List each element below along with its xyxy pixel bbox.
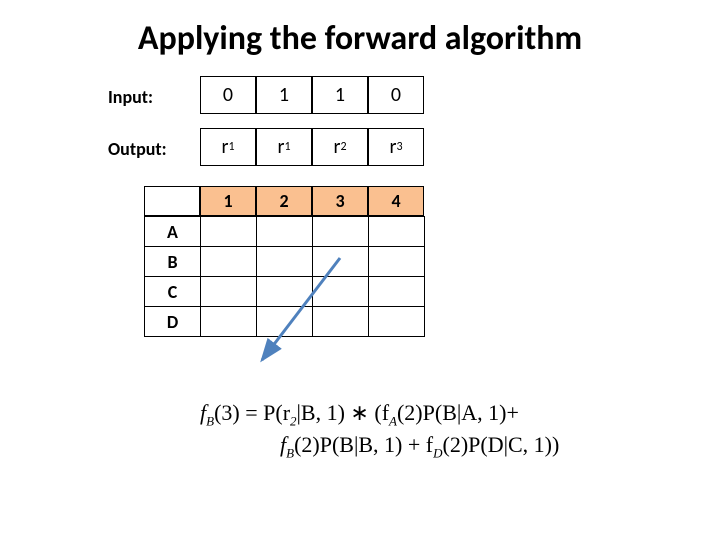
- output-cell: r3: [368, 128, 424, 166]
- corner-cell: [144, 186, 200, 216]
- table-cell: [201, 307, 257, 337]
- formula-line-1: fB(3) = P(r2|B, 1) ∗ (fA(2)P(B|A, 1)+: [200, 400, 519, 426]
- table-cell: [257, 307, 313, 337]
- table-cell: [369, 307, 425, 337]
- output-cell: r1: [256, 128, 312, 166]
- table-cell: [257, 247, 313, 277]
- row-header: A: [145, 217, 201, 247]
- row-header: C: [145, 277, 201, 307]
- table-cell: [369, 277, 425, 307]
- table-cell: [369, 217, 425, 247]
- table-cell: [201, 277, 257, 307]
- output-cell: r1: [200, 128, 256, 166]
- output-cell: r2: [312, 128, 368, 166]
- col-header: 4: [368, 186, 424, 216]
- table-cell: [257, 217, 313, 247]
- input-cell: 1: [256, 76, 312, 114]
- row-header: D: [145, 307, 201, 337]
- input-label: Input:: [108, 86, 153, 108]
- output-label: Output:: [108, 138, 167, 160]
- row-header: B: [145, 247, 201, 277]
- table-cell: [201, 247, 257, 277]
- table-cell: [369, 247, 425, 277]
- forward-table: ABCD: [144, 216, 425, 337]
- input-cell: 1: [312, 76, 368, 114]
- col-header: 2: [256, 186, 312, 216]
- table-cell: [313, 217, 369, 247]
- table-cell: [201, 217, 257, 247]
- table-cell: [313, 307, 369, 337]
- slide-title: Applying the forward algorithm: [0, 18, 720, 59]
- input-cell: 0: [368, 76, 424, 114]
- input-cell: 0: [200, 76, 256, 114]
- table-cell: [257, 277, 313, 307]
- table-cell: [313, 247, 369, 277]
- col-header: 3: [312, 186, 368, 216]
- table-cell: [313, 277, 369, 307]
- col-header: 1: [200, 186, 256, 216]
- formula-line-2: fB(2)P(B|B, 1) + fD(2)P(D|C, 1)): [280, 432, 559, 458]
